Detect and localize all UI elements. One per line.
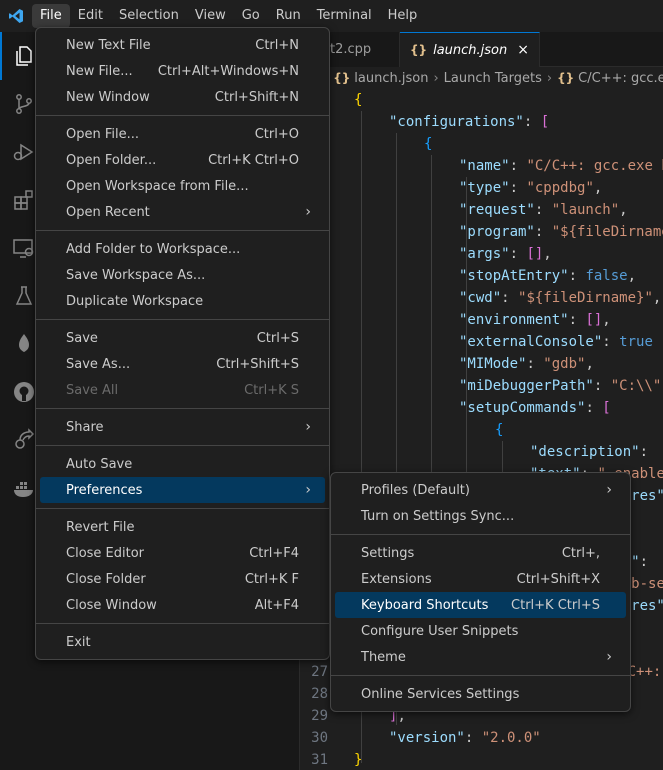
- menu-item-exit[interactable]: Exit: [40, 629, 325, 655]
- breadcrumb-item[interactable]: C/C++: gcc.exe: [578, 71, 663, 86]
- menu-item-open-workspace[interactable]: Open Workspace from File...: [40, 173, 325, 199]
- menu-item-save[interactable]: Save Ctrl+S: [40, 325, 325, 351]
- code-line: "args": [],: [459, 246, 552, 262]
- breadcrumb-item[interactable]: Launch Targets: [444, 71, 542, 86]
- line-number: 31: [311, 752, 328, 768]
- chevron-right-icon: ›: [546, 70, 553, 86]
- menu-file[interactable]: File: [32, 4, 70, 28]
- menu-selection[interactable]: Selection: [111, 4, 187, 28]
- menu-item-open-folder[interactable]: Open Folder... Ctrl+K Ctrl+O: [40, 147, 325, 173]
- menu-view[interactable]: View: [187, 4, 234, 28]
- menu-separator: [331, 675, 630, 676]
- tab-label: t2.cpp: [330, 42, 372, 57]
- menu-item-preferences[interactable]: Preferences ›: [40, 477, 325, 503]
- chevron-right-icon: ›: [606, 649, 612, 665]
- code-line: "stopAtEntry": false,: [459, 268, 637, 284]
- menu-terminal[interactable]: Terminal: [309, 4, 380, 28]
- vscode-logo-icon: [0, 0, 32, 32]
- menu-separator: [36, 623, 329, 624]
- json-file-icon: {}: [410, 43, 428, 57]
- code-line: {: [424, 136, 433, 152]
- menu-separator: [36, 445, 329, 446]
- close-icon[interactable]: ×: [517, 42, 529, 58]
- tab-label: launch.json: [433, 42, 508, 58]
- code-line: "configurations": [: [389, 114, 550, 130]
- line-number: 29: [311, 708, 328, 724]
- menu-separator: [36, 230, 329, 231]
- line-number: 28: [311, 686, 328, 702]
- menu-separator: [331, 534, 630, 535]
- code-line: "cwd": "${fileDirname}",: [459, 290, 662, 306]
- menu-item-settings[interactable]: Settings Ctrl+,: [335, 540, 626, 566]
- menu-item-user-snippets[interactable]: Configure User Snippets: [335, 618, 626, 644]
- chevron-right-icon: ›: [305, 204, 311, 220]
- menu-item-open-recent[interactable]: Open Recent ›: [40, 199, 325, 225]
- code-line: "externalConsole": true: [459, 334, 653, 350]
- menu-separator: [36, 408, 329, 409]
- code-line: {: [495, 422, 504, 438]
- code-line: "version": "2.0.0": [389, 730, 541, 746]
- json-file-icon: {}: [333, 71, 351, 85]
- line-number: 27: [311, 664, 328, 680]
- menu-item-new-window[interactable]: New Window Ctrl+Shift+N: [40, 84, 325, 110]
- menu-item-close-folder[interactable]: Close Folder Ctrl+K F: [40, 566, 325, 592]
- file-menu: New Text File Ctrl+N New File... Ctrl+Alt+…: [35, 27, 330, 660]
- menu-item-extensions[interactable]: Extensions Ctrl+Shift+X: [335, 566, 626, 592]
- code-line: {: [354, 92, 363, 108]
- chevron-right-icon: ›: [305, 419, 311, 435]
- code-line: "setupCommands": [: [459, 400, 611, 416]
- active-indicator: [0, 32, 2, 80]
- menu-item-new-text-file[interactable]: New Text File Ctrl+N: [40, 32, 325, 58]
- menu-item-profiles[interactable]: Profiles (Default) ›: [335, 477, 626, 503]
- menu-item-save-all: Save All Ctrl+K S: [66, 382, 299, 398]
- chevron-right-icon: ›: [305, 482, 311, 498]
- menu-item-theme[interactable]: Theme ›: [335, 644, 626, 670]
- menu-go[interactable]: Go: [234, 4, 268, 28]
- code-line: "program": "${fileDirname}": [459, 224, 663, 240]
- code-line: "MIMode": "gdb",: [459, 356, 594, 372]
- code-line: }: [354, 752, 363, 768]
- menu-item-save-as[interactable]: Save As... Ctrl+Shift+S: [40, 351, 325, 377]
- menu-item-settings-sync[interactable]: Turn on Settings Sync...: [335, 503, 626, 529]
- preferences-submenu: Profiles (Default) › Turn on Settings Syn…: [330, 472, 631, 712]
- code-line: "environment": [],: [459, 312, 611, 328]
- code-line: "name": "C/C++: gcc.exe build and debug …: [459, 158, 663, 174]
- menu-item-open-file[interactable]: Open File... Ctrl+O: [40, 121, 325, 147]
- menu-separator: [36, 319, 329, 320]
- menu-item-save-workspace-as[interactable]: Save Workspace As...: [40, 262, 325, 288]
- menu-item-revert-file[interactable]: Revert File: [40, 514, 325, 540]
- menu-help[interactable]: Help: [380, 4, 426, 28]
- menu-item-new-file[interactable]: New File... Ctrl+Alt+Windows+N: [40, 58, 325, 84]
- menu-item-online-services[interactable]: Online Services Settings: [335, 681, 626, 707]
- menu-run[interactable]: Run: [268, 4, 309, 28]
- menu-item-close-editor[interactable]: Close Editor Ctrl+F4: [40, 540, 325, 566]
- chevron-right-icon: ›: [433, 70, 439, 86]
- tab-launch-json[interactable]: {} launch.json ×: [400, 32, 540, 67]
- menu-item-add-folder[interactable]: Add Folder to Workspace...: [40, 236, 325, 262]
- code-line: "request": "launch",: [459, 202, 628, 218]
- code-line: "description":: [530, 444, 649, 460]
- code-line: "miDebuggerPath": "C:\\": [459, 378, 662, 394]
- breadcrumb-item[interactable]: launch.json: [354, 71, 428, 86]
- breadcrumb: e › {} launch.json › Launch Targets › {}…: [300, 67, 663, 89]
- editor-tabs: t2.cpp {} launch.json ×: [300, 32, 663, 67]
- menu-item-share[interactable]: Share ›: [40, 414, 325, 440]
- menu-item-auto-save[interactable]: Auto Save: [40, 451, 325, 477]
- chevron-right-icon: ›: [606, 482, 612, 498]
- json-object-icon: {}: [557, 71, 575, 85]
- menu-edit[interactable]: Edit: [70, 4, 111, 28]
- line-number: 30: [311, 730, 328, 746]
- code-line: "type": "cppdbg",: [459, 180, 603, 196]
- menu-item-keyboard-shortcuts[interactable]: Keyboard Shortcuts Ctrl+K Ctrl+S: [335, 592, 626, 618]
- menu-item-duplicate-workspace[interactable]: Duplicate Workspace: [40, 288, 325, 314]
- menu-item-close-window[interactable]: Close Window Alt+F4: [40, 592, 325, 618]
- menu-separator: [36, 115, 329, 116]
- menu-separator: [36, 508, 329, 509]
